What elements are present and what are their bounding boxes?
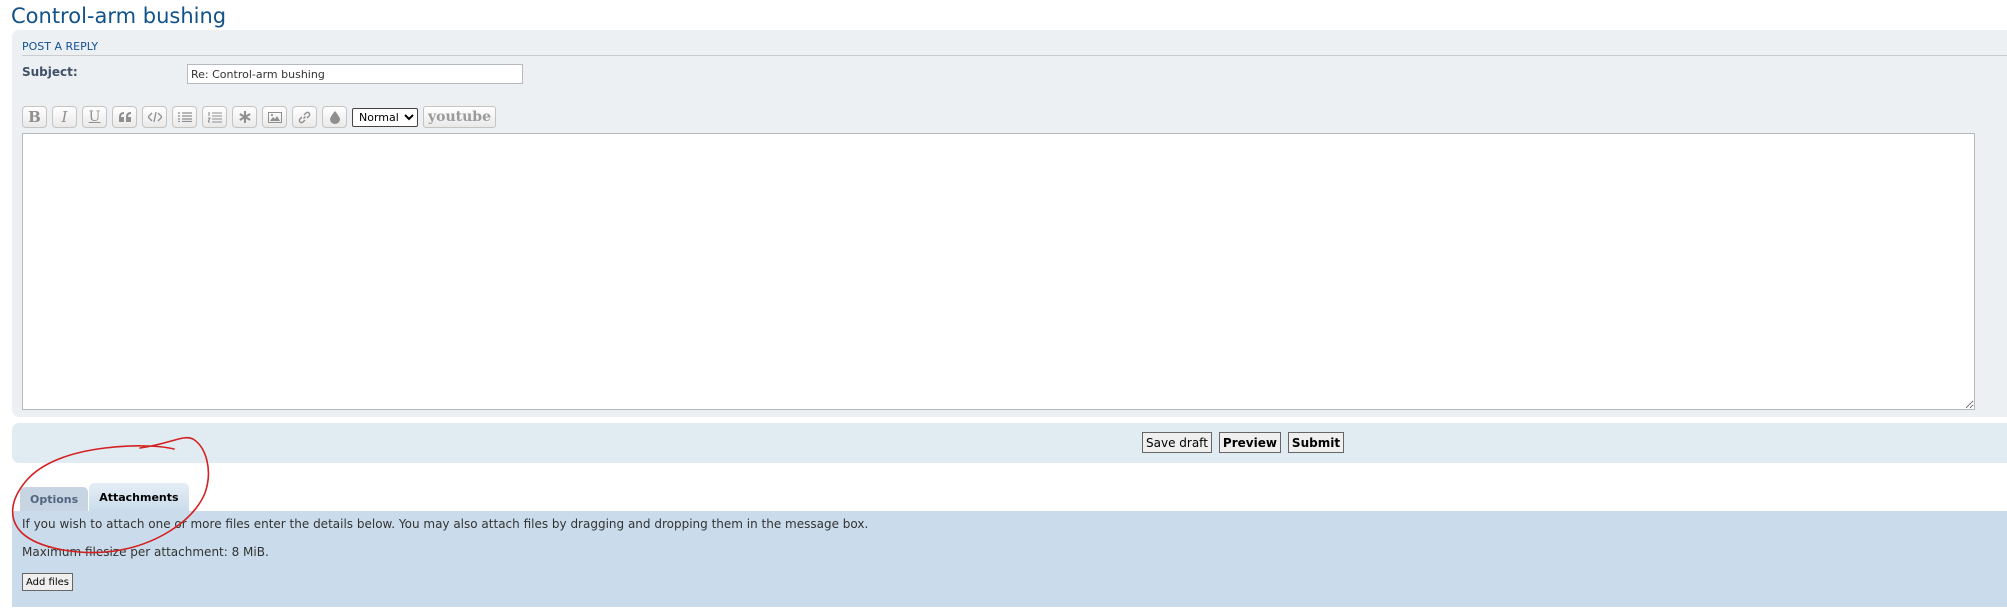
message-textarea[interactable] — [22, 133, 1975, 410]
link-icon — [298, 111, 311, 123]
font-color-button[interactable] — [322, 106, 347, 128]
italic-button[interactable]: I — [52, 106, 77, 128]
code-button[interactable] — [142, 106, 167, 128]
subject-input[interactable] — [187, 64, 523, 84]
max-filesize-note: Maximum filesize per attachment: 8 MiB. — [22, 545, 269, 559]
tab-attachments[interactable]: Attachments — [89, 483, 189, 511]
subject-label: Subject: — [22, 65, 78, 79]
save-draft-button[interactable]: Save draft — [1142, 432, 1212, 453]
bold-icon: B — [28, 108, 41, 126]
bbcode-toolbar: B I U Normal youtube — [22, 105, 496, 129]
underline-icon: U — [88, 109, 101, 125]
form-buttons: Save draft Preview Submit — [1142, 432, 1351, 453]
image-button[interactable] — [262, 106, 287, 128]
panel-heading: POST A REPLY — [22, 40, 99, 53]
attachments-intro: If you wish to attach one or more files … — [22, 517, 869, 531]
quote-icon — [118, 112, 131, 122]
bullet-list-icon — [177, 112, 192, 122]
underline-button[interactable]: U — [82, 106, 107, 128]
italic-icon: I — [61, 108, 68, 126]
list-button[interactable] — [172, 106, 197, 128]
form-tabs: Options Attachments — [20, 483, 190, 511]
asterisk-icon — [238, 111, 251, 123]
list-item-button[interactable] — [232, 106, 257, 128]
attachments-panel: If you wish to attach one or more files … — [12, 511, 2007, 607]
post-reply-panel: POST A REPLY Subject: B I U — [12, 30, 2007, 417]
page-title: Control-arm bushing — [11, 4, 227, 28]
add-files-button[interactable]: Add files — [22, 573, 73, 591]
numbered-list-icon — [207, 111, 222, 123]
youtube-button[interactable]: youtube — [423, 106, 496, 128]
heading-divider — [22, 55, 2007, 56]
link-button[interactable] — [292, 106, 317, 128]
color-drop-icon — [329, 110, 340, 124]
submit-button[interactable]: Submit — [1287, 432, 1345, 453]
numbered-list-button[interactable] — [202, 106, 227, 128]
image-icon — [267, 111, 282, 123]
tab-options[interactable]: Options — [20, 487, 89, 511]
font-size-select[interactable]: Normal — [352, 107, 418, 127]
preview-button[interactable]: Preview — [1218, 432, 1281, 453]
bold-button[interactable]: B — [22, 106, 47, 128]
code-icon — [147, 112, 162, 122]
quote-button[interactable] — [112, 106, 137, 128]
submit-bar: Save draft Preview Submit — [12, 423, 2007, 463]
